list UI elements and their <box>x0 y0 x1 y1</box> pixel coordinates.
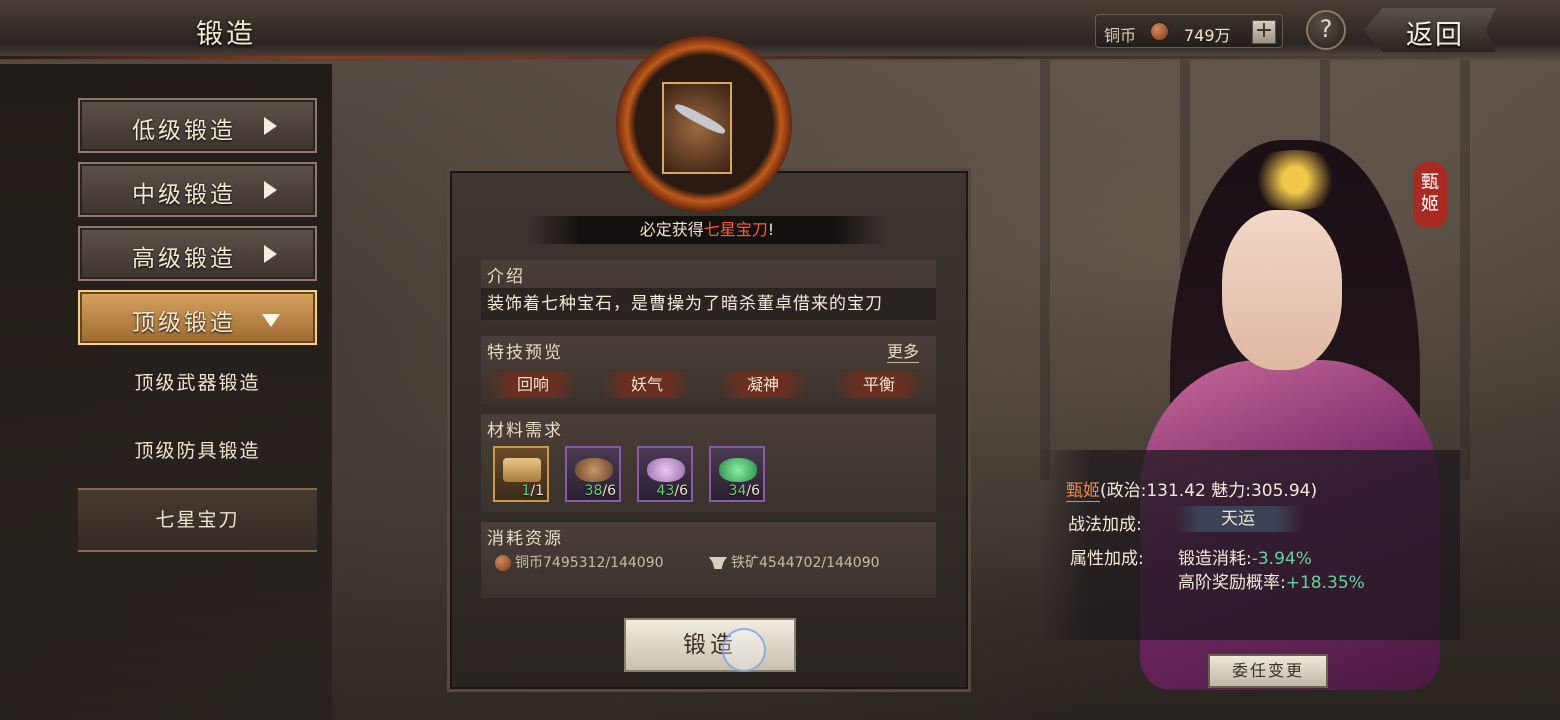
character-attrs: (政治:131.42 魅力:305.94) <box>1100 481 1318 501</box>
character-name[interactable]: 甄姬 <box>1066 481 1100 502</box>
more-skills-link[interactable]: 更多 <box>887 338 920 363</box>
intro-title: 介绍 <box>487 267 525 287</box>
skill-tag[interactable]: 平衡 <box>835 372 923 398</box>
add-currency-button[interactable]: + <box>1252 20 1276 44</box>
bonus-reward-rate-value: +18.35% <box>1285 573 1365 593</box>
back-button[interactable]: 返回 <box>1364 8 1496 52</box>
sidebar-item-label: 低级锻造 <box>132 118 236 144</box>
resource-iron-text: 铁矿4544702/144090 <box>731 555 880 571</box>
character-crown <box>1240 150 1350 210</box>
item-medallion <box>616 36 806 212</box>
material-slot[interactable]: 38/6 <box>565 446 621 502</box>
resource-copper-text: 铜币7495312/144090 <box>515 555 664 571</box>
item-preview[interactable] <box>662 82 732 174</box>
forge-button[interactable]: 锻造 <box>624 618 796 672</box>
guaranteed-reward-banner: 必定获得七星宝刀! <box>527 216 887 244</box>
bonus-forge-cost-value: -3.94% <box>1251 549 1312 569</box>
character-summary: 甄姬(政治:131.42 魅力:305.94) <box>1066 476 1318 502</box>
skill-tag[interactable]: 妖气 <box>603 372 691 398</box>
ore-brown-icon <box>575 458 613 482</box>
change-assignment-button[interactable]: 委任变更 <box>1208 654 1328 688</box>
chevron-right-icon <box>264 245 277 263</box>
currency-display: 铜币 749万 + <box>1095 14 1283 48</box>
skills-title: 特技预览 <box>487 343 563 363</box>
material-slot[interactable]: 1/1 <box>493 446 549 502</box>
material-slot[interactable]: 43/6 <box>637 446 693 502</box>
currency-label: 铜币 <box>1104 26 1137 45</box>
forge-panel: 必定获得七星宝刀! 介绍 装饰着七种宝石，是曹操为了暗杀董卓借来的宝刀 特技预览… <box>441 168 977 696</box>
ore-pink-icon <box>647 458 685 482</box>
sidebar-item-top-forge[interactable]: 顶级锻造 <box>78 290 317 345</box>
tactic-label: 战法加成: <box>1068 515 1142 535</box>
skill-tag[interactable]: 回响 <box>489 372 577 398</box>
chevron-right-icon <box>264 181 277 199</box>
sabre-icon <box>672 101 728 137</box>
banner-suffix: ! <box>767 220 775 239</box>
ore-green-icon <box>719 458 757 482</box>
material-count: 43/6 <box>656 483 688 499</box>
sidebar-subitem-armor[interactable]: 顶级防具锻造 <box>78 426 317 476</box>
resources-title: 消耗资源 <box>487 529 563 549</box>
bonus-forge-cost-label: 锻造消耗: <box>1178 549 1252 569</box>
tap-indicator <box>722 628 766 672</box>
material-slot[interactable]: 34/6 <box>709 446 765 502</box>
sidebar-item-mid-forge[interactable]: 中级锻造 <box>78 162 317 217</box>
back-label: 返回 <box>1406 20 1464 51</box>
character-name-tag: 甄姬 <box>1413 162 1447 228</box>
resource-copper: 铜币7495312/144090 <box>495 552 664 572</box>
material-count: 38/6 <box>584 483 616 499</box>
sidebar-item-label: 顶级锻造 <box>132 310 236 336</box>
sidebar-subitem-weapon[interactable]: 顶级武器锻造 <box>78 358 317 408</box>
chevron-down-icon <box>262 314 280 327</box>
chevron-right-icon <box>264 117 277 135</box>
material-count: 1/1 <box>521 483 544 499</box>
anvil-icon <box>709 557 727 569</box>
page-title: 锻造 <box>196 19 256 50</box>
banner-prefix: 必定获得 <box>639 220 704 239</box>
scroll-icon <box>503 458 541 482</box>
currency-value: 749万 <box>1184 26 1231 45</box>
bonus-reward-rate: 高阶奖励概率:+18.35% <box>1178 568 1365 593</box>
resource-iron: 铁矿4544702/144090 <box>709 552 880 572</box>
intro-text: 装饰着七种宝石，是曹操为了暗杀董卓借来的宝刀 <box>481 288 936 320</box>
bonus-forge-cost: 锻造消耗:-3.94% <box>1178 544 1312 569</box>
copper-coin-icon <box>1150 22 1169 41</box>
bonus-label: 属性加成: <box>1070 549 1144 569</box>
sidebar-subitem-seven-star-sabre[interactable]: 七星宝刀 <box>78 488 317 552</box>
sidebar-item-high-forge[interactable]: 高级锻造 <box>78 226 317 281</box>
skill-tag[interactable]: 凝神 <box>719 372 807 398</box>
bonus-reward-rate-label: 高阶奖励概率: <box>1178 573 1286 593</box>
help-button[interactable]: ? <box>1306 10 1346 50</box>
copper-coin-icon <box>495 555 511 571</box>
sidebar-item-label: 高级锻造 <box>132 246 236 272</box>
sidebar-item-label: 中级锻造 <box>132 182 236 208</box>
tactic-value: 天运 <box>1174 506 1302 532</box>
material-count: 34/6 <box>728 483 760 499</box>
sidebar-item-low-forge[interactable]: 低级锻造 <box>78 98 317 153</box>
character-face <box>1222 210 1342 370</box>
materials-title: 材料需求 <box>487 421 563 441</box>
banner-item-name: 七星宝刀 <box>703 220 768 239</box>
